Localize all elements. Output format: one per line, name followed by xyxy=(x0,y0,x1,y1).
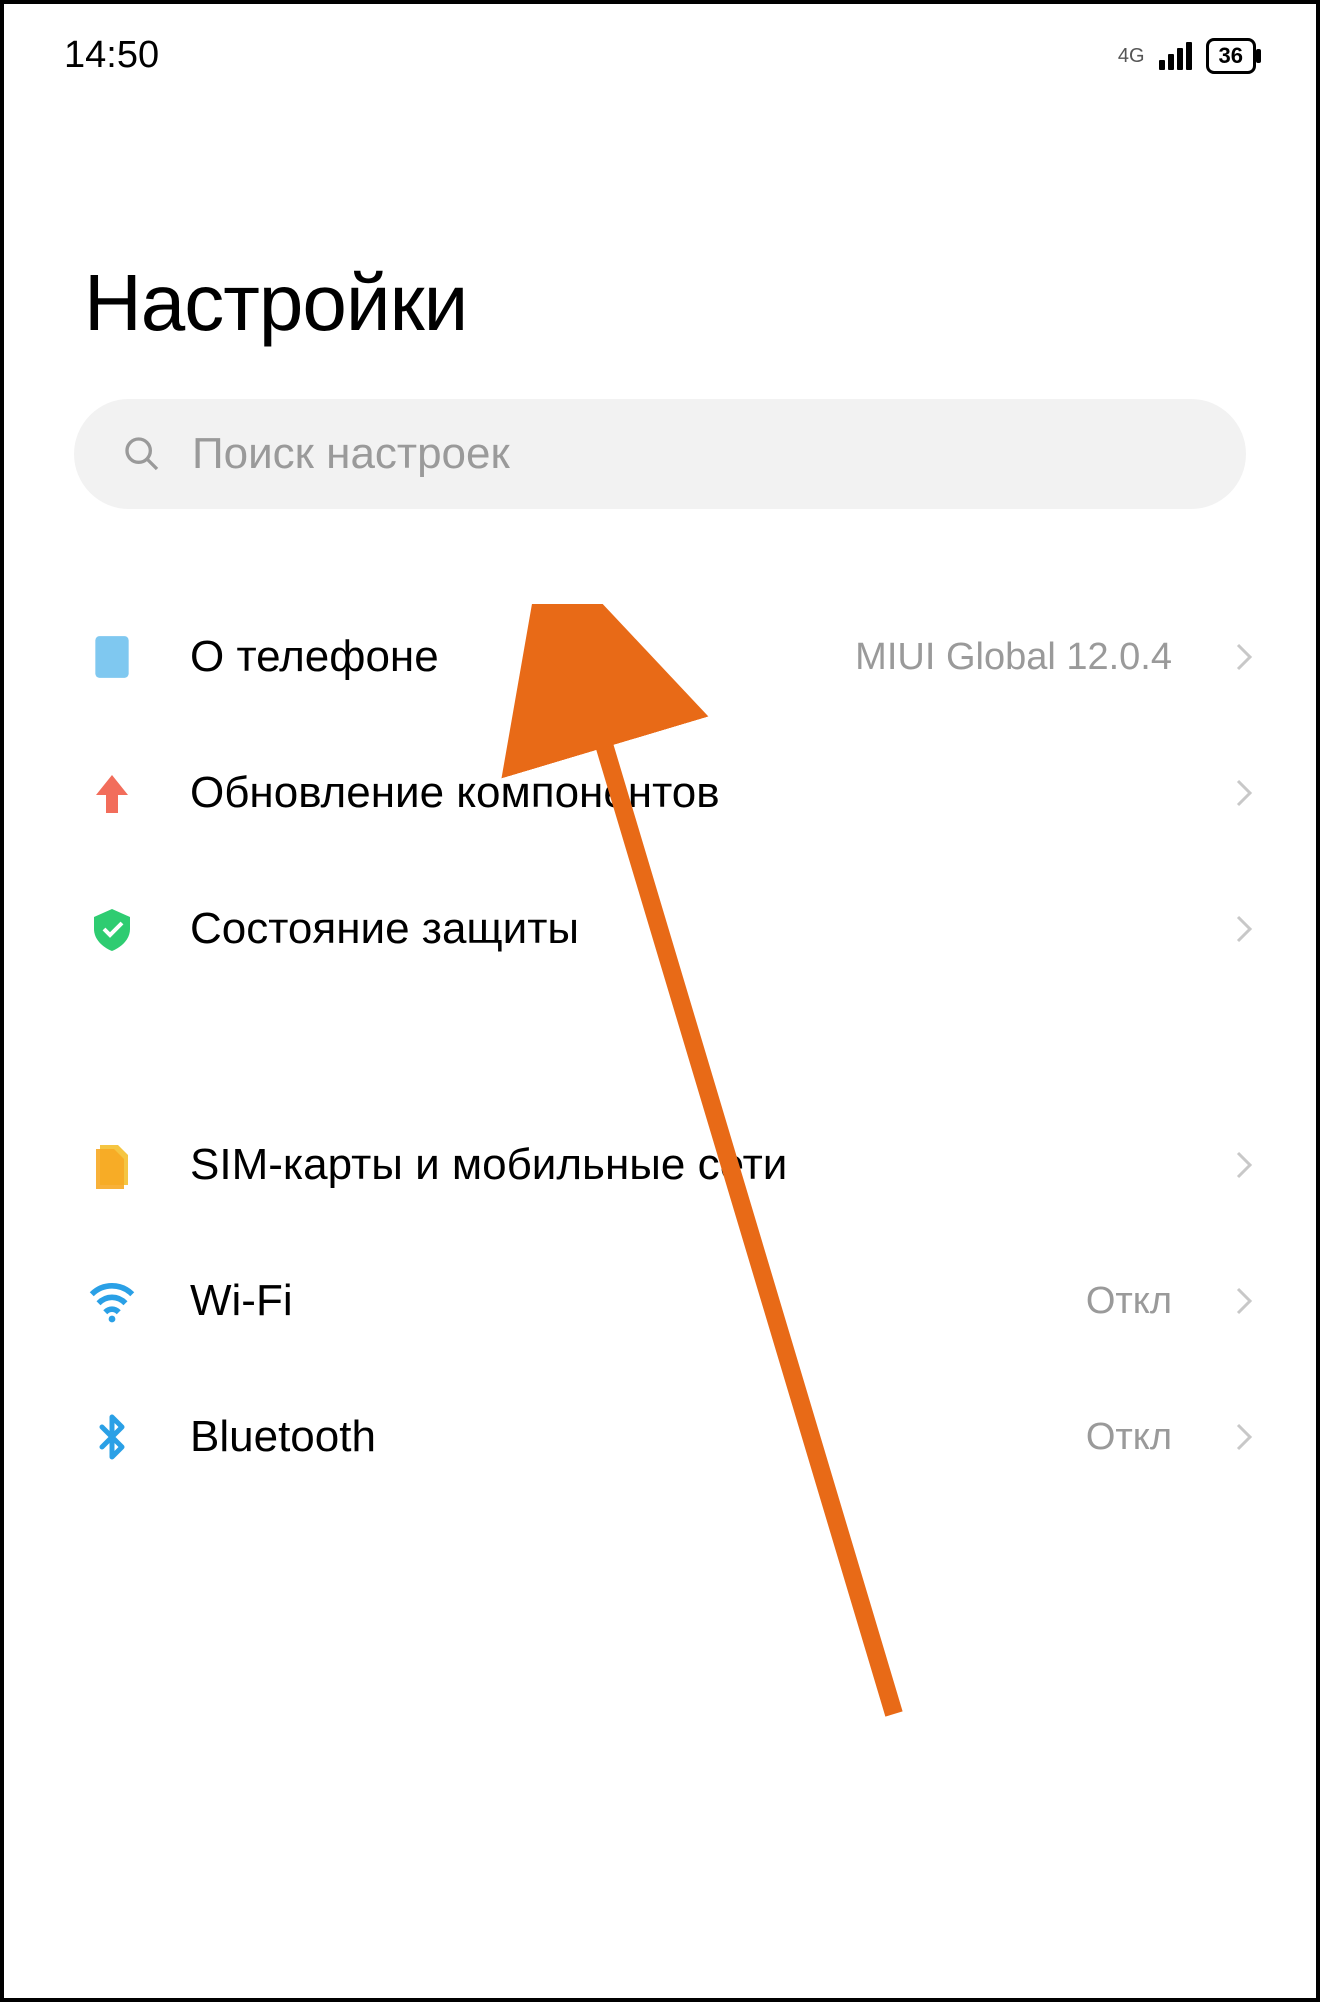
signal-icon xyxy=(1159,42,1192,70)
update-arrow-icon xyxy=(84,765,140,821)
search-bar[interactable] xyxy=(74,399,1246,509)
sim-card-icon xyxy=(84,1137,140,1193)
shield-icon xyxy=(84,901,140,957)
chevron-right-icon xyxy=(1232,1281,1256,1321)
settings-item-security-status[interactable]: Состояние защиты xyxy=(4,861,1316,997)
settings-item-wifi[interactable]: Wi-Fi Откл xyxy=(4,1233,1316,1369)
settings-item-about-phone[interactable]: О телефоне MIUI Global 12.0.4 xyxy=(4,589,1316,725)
bluetooth-icon xyxy=(84,1409,140,1465)
phone-icon xyxy=(84,629,140,685)
settings-item-component-updates[interactable]: Обновление компонентов xyxy=(4,725,1316,861)
page-title: Настройки xyxy=(4,87,1316,399)
item-label: SIM-карты и мобильные сети xyxy=(190,1140,1182,1190)
search-input[interactable] xyxy=(192,429,1198,479)
item-value: Откл xyxy=(1086,1280,1172,1323)
status-icons: 4G 36 xyxy=(1118,38,1256,74)
status-time: 14:50 xyxy=(64,34,159,77)
item-label: Bluetooth xyxy=(190,1412,1036,1462)
status-bar: 14:50 4G 36 xyxy=(4,4,1316,87)
settings-list: О телефоне MIUI Global 12.0.4 Обновление… xyxy=(4,589,1316,1505)
settings-item-sim-cards[interactable]: SIM-карты и мобильные сети xyxy=(4,1097,1316,1233)
item-label: Обновление компонентов xyxy=(190,768,1182,818)
settings-item-bluetooth[interactable]: Bluetooth Откл xyxy=(4,1369,1316,1505)
search-icon xyxy=(122,434,162,474)
chevron-right-icon xyxy=(1232,1145,1256,1185)
item-value: Откл xyxy=(1086,1416,1172,1459)
chevron-right-icon xyxy=(1232,773,1256,813)
item-label: О телефоне xyxy=(190,632,805,682)
item-value: MIUI Global 12.0.4 xyxy=(855,636,1172,679)
battery-level: 36 xyxy=(1219,43,1243,69)
battery-icon: 36 xyxy=(1206,38,1256,74)
chevron-right-icon xyxy=(1232,909,1256,949)
item-label: Состояние защиты xyxy=(190,904,1182,954)
chevron-right-icon xyxy=(1232,637,1256,677)
network-type-label: 4G xyxy=(1118,46,1145,66)
chevron-right-icon xyxy=(1232,1417,1256,1457)
section-divider xyxy=(4,997,1316,1097)
item-label: Wi-Fi xyxy=(190,1276,1036,1326)
wifi-icon xyxy=(84,1273,140,1329)
